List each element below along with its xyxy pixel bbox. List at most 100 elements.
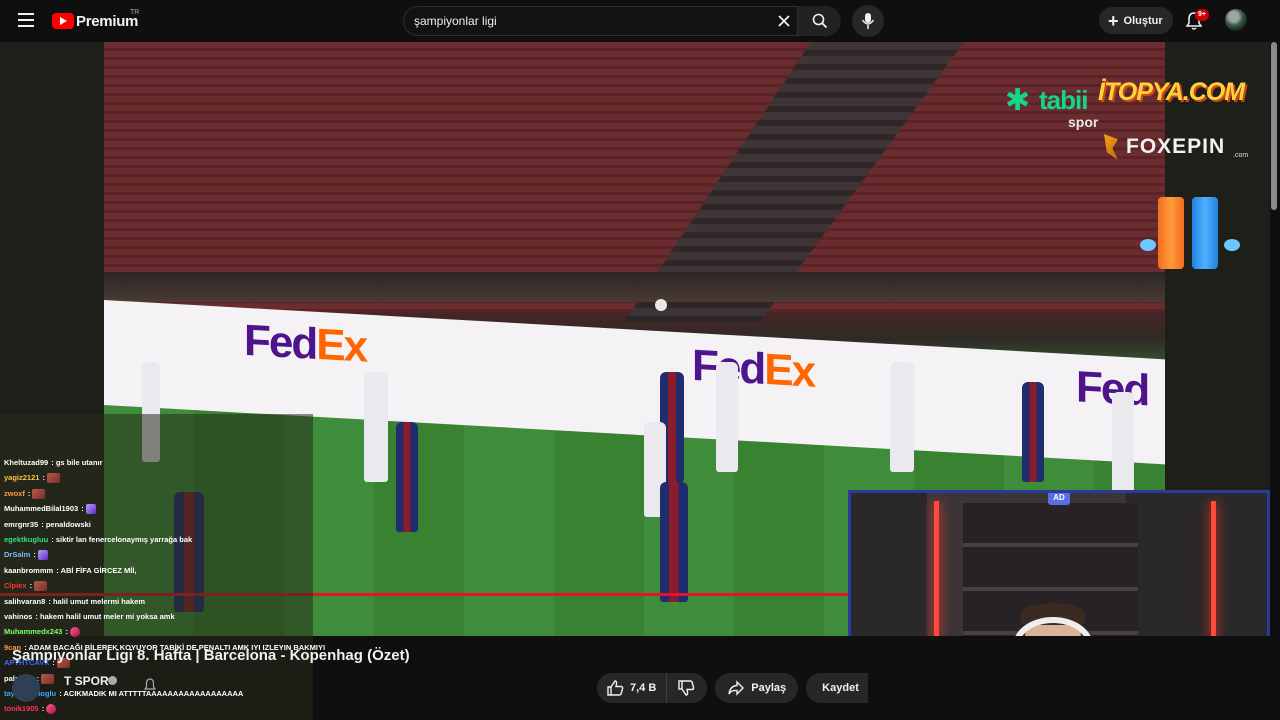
chat-message: tonik1905 : — [4, 702, 57, 716]
blue-can — [1192, 197, 1218, 269]
save-button[interactable]: Kaydet — [806, 673, 869, 703]
chat-message: kaanbrommm : ABİ FİFA GİRCEZ Mİİ, — [4, 564, 137, 578]
tabii-spor-text: spor — [1068, 114, 1099, 130]
chat-username[interactable]: salihvaran8 — [4, 597, 45, 606]
foxepin-suffix: .com — [1233, 152, 1249, 159]
foxepin-mark-icon — [1104, 134, 1118, 160]
like-count: 7,4 B — [630, 682, 657, 694]
dislike-button[interactable] — [667, 673, 708, 703]
video-actions: 7,4 B Paylaş Kaydet — [597, 673, 869, 703]
tabii-logo: ✱ tabii — [1005, 83, 1088, 117]
chat-text: : halil umut melermi hakem — [46, 596, 146, 606]
chat-username[interactable]: tonik1905 — [4, 704, 39, 713]
chat-username[interactable]: Kheltuzad99 — [4, 458, 48, 467]
player-figure — [1112, 392, 1134, 492]
neon-light — [1211, 501, 1216, 636]
chat-message: yagiz2121 : — [4, 471, 61, 485]
country-code: TR — [130, 9, 140, 16]
thumbs-up-icon — [607, 680, 624, 696]
chat-message: emrgnr35 : penaldowski — [4, 518, 91, 532]
chat-text: : siktir lan fenercelonaymış yarrağa bak — [49, 535, 193, 544]
youtube-play-icon — [52, 13, 74, 29]
chat-emote-icon — [47, 473, 61, 484]
chat-text: : — [27, 581, 33, 591]
chat-text: : — [39, 704, 45, 714]
voice-search-button[interactable] — [852, 5, 884, 37]
channel-name[interactable]: T SPOR — [64, 674, 109, 688]
chat-message: Muhammedx243 : — [4, 625, 80, 639]
chat-text: : gs bile utanır — [49, 458, 103, 467]
chat-username[interactable]: MuhammedBilal1903 — [4, 504, 78, 513]
streamer-webcam: AD — [848, 490, 1270, 636]
chat-username[interactable]: Muhammedx243 — [4, 627, 62, 636]
chat-emote-icon — [69, 627, 80, 638]
chat-text: : hakem halil umut meler mi yoksa amk — [33, 612, 175, 621]
menu-icon[interactable] — [18, 13, 34, 27]
share-label: Paylaş — [751, 682, 787, 694]
youtube-logo[interactable]: Premium — [52, 11, 138, 31]
search-icon — [812, 13, 828, 29]
player-figure — [364, 372, 388, 482]
chat-username[interactable]: emrgnr35 — [4, 520, 38, 529]
football — [655, 299, 667, 311]
top-bar: Premium TR + Oluştur 9+ — [0, 0, 1280, 42]
account-avatar[interactable] — [1225, 9, 1247, 31]
streamer — [981, 603, 1131, 636]
save-label: Kaydet — [822, 682, 859, 694]
chat-emote-icon — [41, 673, 55, 684]
page-scrollbar[interactable] — [1270, 42, 1278, 720]
chat-username[interactable]: zwoxf — [4, 489, 25, 498]
chat-text: : — [31, 550, 36, 560]
fedex-board: FedEx — [244, 315, 367, 372]
chat-text: : — [25, 488, 31, 498]
chat-text: : penaldowski — [39, 519, 91, 529]
orange-can — [1158, 197, 1184, 269]
chat-message: zwoxf : — [4, 487, 46, 501]
player-figure — [890, 362, 914, 472]
crowd-row — [104, 272, 1165, 302]
search-button[interactable] — [797, 6, 841, 36]
chat-text: : ABİ FİFA GİRCEZ Mİİ, — [54, 565, 137, 575]
chat-username[interactable]: egektkugluu — [4, 535, 48, 544]
thumbs-down-icon — [678, 680, 695, 696]
verified-icon — [108, 676, 117, 685]
logo-text: Premium — [76, 12, 139, 30]
chat-message: MuhammedBilal1903 : — [4, 502, 96, 516]
chat-emote-icon — [46, 704, 57, 715]
clear-icon[interactable] — [776, 13, 792, 29]
chat-message: Clpiex : — [4, 579, 48, 593]
like-button[interactable]: 7,4 B — [597, 673, 668, 703]
chat-message: Kheltuzad99 : gs bile utanır — [4, 456, 103, 470]
create-button-label: Oluştur — [1123, 14, 1163, 27]
chat-message: DrSalm : — [4, 548, 48, 562]
subscription-bell-icon[interactable] — [143, 678, 157, 692]
player-figure — [660, 482, 688, 602]
share-button[interactable]: Paylaş — [715, 673, 799, 703]
microphone-icon — [861, 13, 875, 29]
tabii-star-icon: ✱ — [1005, 83, 1031, 117]
chat-emote-icon — [37, 550, 48, 561]
video-title: Şampiyonlar Ligi 8. Hafta | Barcelona - … — [12, 647, 410, 664]
notification-badge: 9+ — [1195, 9, 1209, 21]
scrollbar-thumb[interactable] — [1271, 42, 1277, 210]
chat-message: egektkugluu : siktir lan fenercelonaymış… — [4, 533, 192, 547]
chat-username[interactable]: yagiz2121 — [4, 473, 39, 482]
stream-chat-overlay: Kheltuzad99 : gs bile utanır yagiz2121 :z… — [0, 414, 325, 720]
chat-username[interactable]: kaanbrommm — [4, 566, 53, 575]
chat-username[interactable]: DrSalm — [4, 550, 30, 559]
channel-avatar[interactable] — [12, 674, 40, 702]
plus-icon: + — [1108, 10, 1119, 31]
player-figure — [1022, 382, 1044, 482]
share-icon — [728, 680, 745, 696]
foxepin-logo: FOXEPIN — [1104, 134, 1225, 160]
chat-username[interactable]: Clpiex — [4, 581, 27, 590]
chat-message: salihvaran8 : halil umut melermi hakem — [4, 595, 145, 609]
chat-username[interactable]: vahinos — [4, 612, 32, 621]
fcool-cans-logo — [1140, 197, 1240, 273]
itopya-logo: İTOPYA.COM — [1098, 78, 1245, 106]
chat-text: : — [63, 627, 68, 637]
create-button[interactable]: + Oluştur — [1099, 7, 1173, 34]
chat-message: vahinos : hakem halil umut meler mi yoks… — [4, 610, 175, 624]
cam-logo: AD — [1048, 493, 1070, 505]
search-input[interactable] — [414, 7, 764, 35]
